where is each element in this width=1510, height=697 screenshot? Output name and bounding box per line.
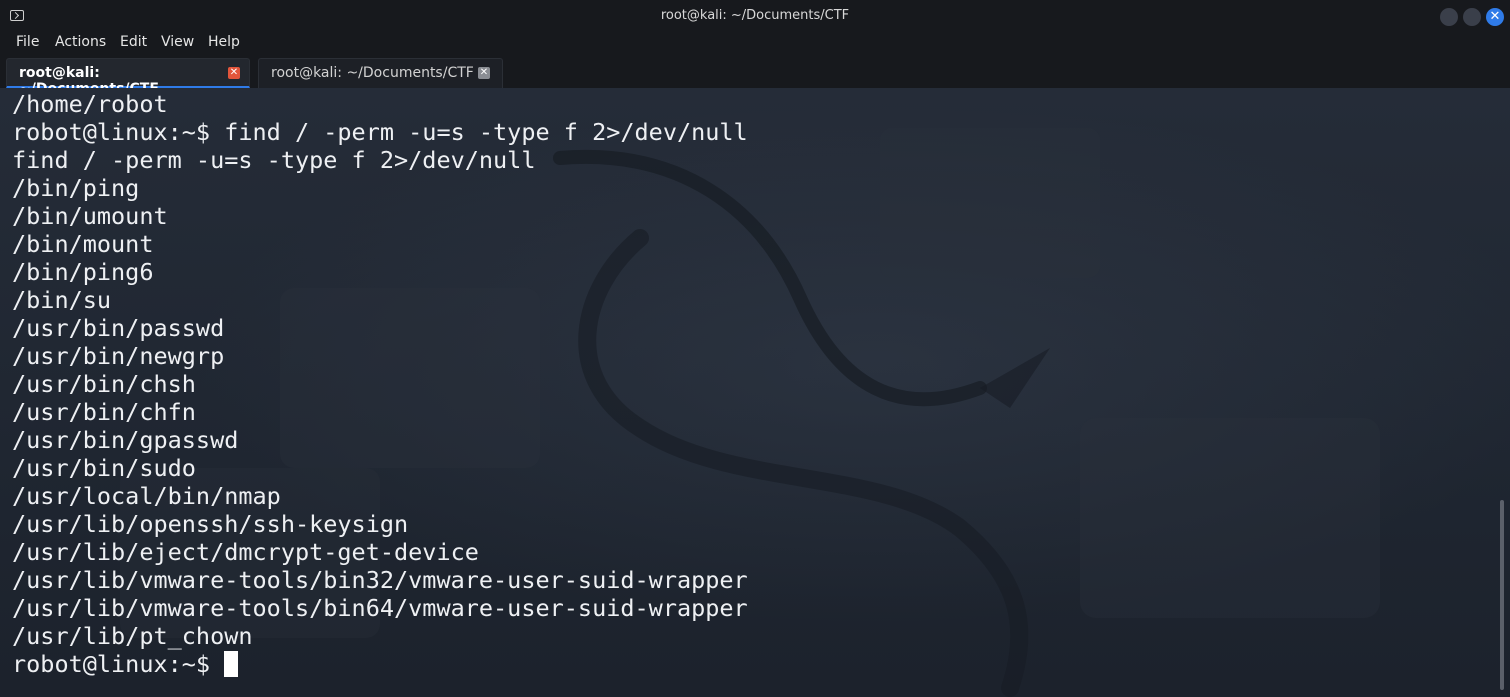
menu-edit[interactable]: Edit — [118, 34, 149, 50]
menu-file[interactable]: File — [14, 34, 41, 50]
minimize-button[interactable] — [1440, 8, 1458, 26]
terminal-line: /usr/lib/eject/dmcrypt-get-device — [12, 538, 479, 566]
tab-terminal-2[interactable]: root@kali: ~/Documents/CTF ✕ — [258, 58, 503, 88]
terminal-line: /usr/lib/pt_chown — [12, 622, 253, 650]
menu-view[interactable]: View — [159, 34, 196, 50]
menu-help[interactable]: Help — [206, 34, 242, 50]
scrollbar-thumb[interactable] — [1500, 500, 1504, 690]
terminal-line: /bin/umount — [12, 202, 168, 230]
terminal-line: /usr/bin/chsh — [12, 370, 196, 398]
close-icon: ✕ — [1489, 9, 1501, 24]
terminal-line: /home/robot — [12, 90, 168, 118]
tab-close-icon[interactable]: ✕ — [228, 67, 240, 79]
text-cursor — [224, 651, 239, 677]
terminal-line: /usr/bin/passwd — [12, 314, 225, 342]
terminal-line: /usr/bin/newgrp — [12, 342, 225, 370]
terminal-line: /usr/bin/chfn — [12, 398, 196, 426]
terminal-line: /bin/mount — [12, 230, 154, 258]
terminal-line: /bin/su — [12, 286, 112, 314]
terminal-line: /bin/ping6 — [12, 258, 154, 286]
tab-terminal-1[interactable]: root@kali: ~/Documents/CTF ✕ — [6, 58, 250, 97]
terminal-line: /usr/lib/vmware-tools/bin32/vmware-user-… — [12, 566, 748, 594]
menu-actions[interactable]: Actions — [53, 34, 108, 50]
tab-label: root@kali: ~/Documents/CTF — [271, 65, 474, 81]
scrollbar[interactable] — [1499, 88, 1505, 697]
terminal-line: /usr/bin/gpasswd — [12, 426, 239, 454]
maximize-button[interactable] — [1463, 8, 1481, 26]
terminal-lines: /home/robot robot@linux:~$ find / -perm -… — [12, 90, 748, 678]
tab-bar: root@kali: ~/Documents/CTF ✕ root@kali: … — [0, 56, 1510, 97]
terminal-line: /usr/lib/vmware-tools/bin64/vmware-user-… — [12, 594, 748, 622]
title-bar: root@kali: ~/Documents/CTF ✕ — [0, 0, 1510, 32]
terminal-line: find / -perm -u=s -type f 2>/dev/null — [12, 146, 536, 174]
terminal-line: /usr/bin/sudo — [12, 454, 196, 482]
tab-close-icon[interactable]: ✕ — [478, 67, 490, 79]
terminal-line: /bin/ping — [12, 174, 140, 202]
menu-bar: File Actions Edit View Help — [0, 32, 1510, 56]
window-title: root@kali: ~/Documents/CTF — [660, 8, 850, 23]
terminal-line: /usr/local/bin/nmap — [12, 482, 281, 510]
shell-prompt: robot@linux:~$ — [12, 650, 211, 678]
close-button[interactable]: ✕ — [1486, 8, 1504, 26]
terminal-line: /usr/lib/openssh/ssh-keysign — [12, 510, 409, 538]
prompt-line[interactable]: robot@linux:~$ — [12, 650, 748, 678]
terminal-output[interactable]: /home/robot robot@linux:~$ find / -perm -… — [0, 88, 1510, 697]
terminal-line: robot@linux:~$ find / -perm -u=s -type f… — [12, 118, 748, 146]
